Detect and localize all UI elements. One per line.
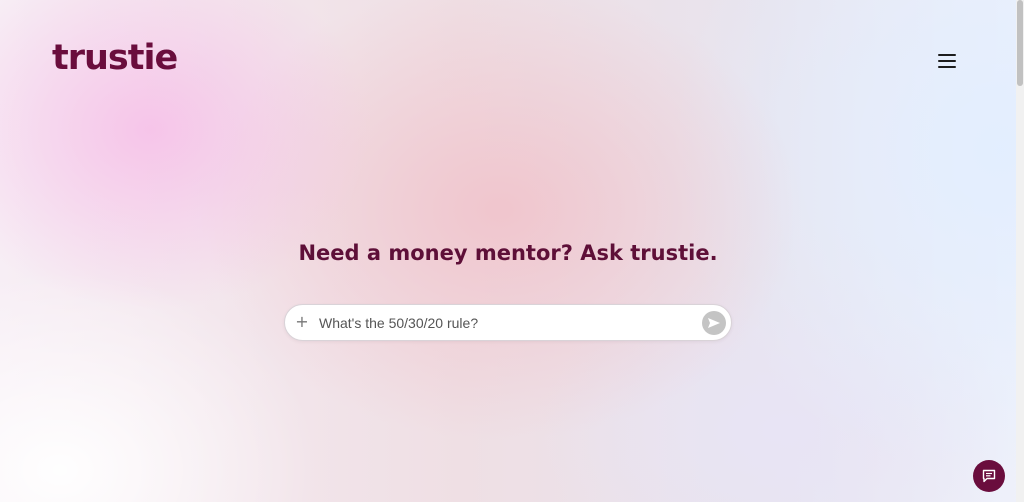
send-button[interactable] [702,311,726,335]
menu-button[interactable] [932,48,962,74]
ask-trustie-box: + [284,304,732,341]
hamburger-menu-icon-bar [938,66,956,68]
send-icon [708,318,720,328]
hamburger-menu-icon-bar [938,60,956,62]
trustie-logo[interactable]: trustie [52,38,178,78]
page-scrollbar[interactable] [1016,0,1024,502]
scrollbar-thumb[interactable] [1017,0,1023,86]
plus-icon[interactable]: + [295,310,309,334]
ask-input[interactable] [319,311,689,335]
chat-widget-button[interactable] [973,460,1005,492]
chat-bubble-icon [982,469,996,483]
hero-headline: Need a money mentor? Ask trustie. [298,241,718,265]
hamburger-menu-icon [938,54,956,56]
